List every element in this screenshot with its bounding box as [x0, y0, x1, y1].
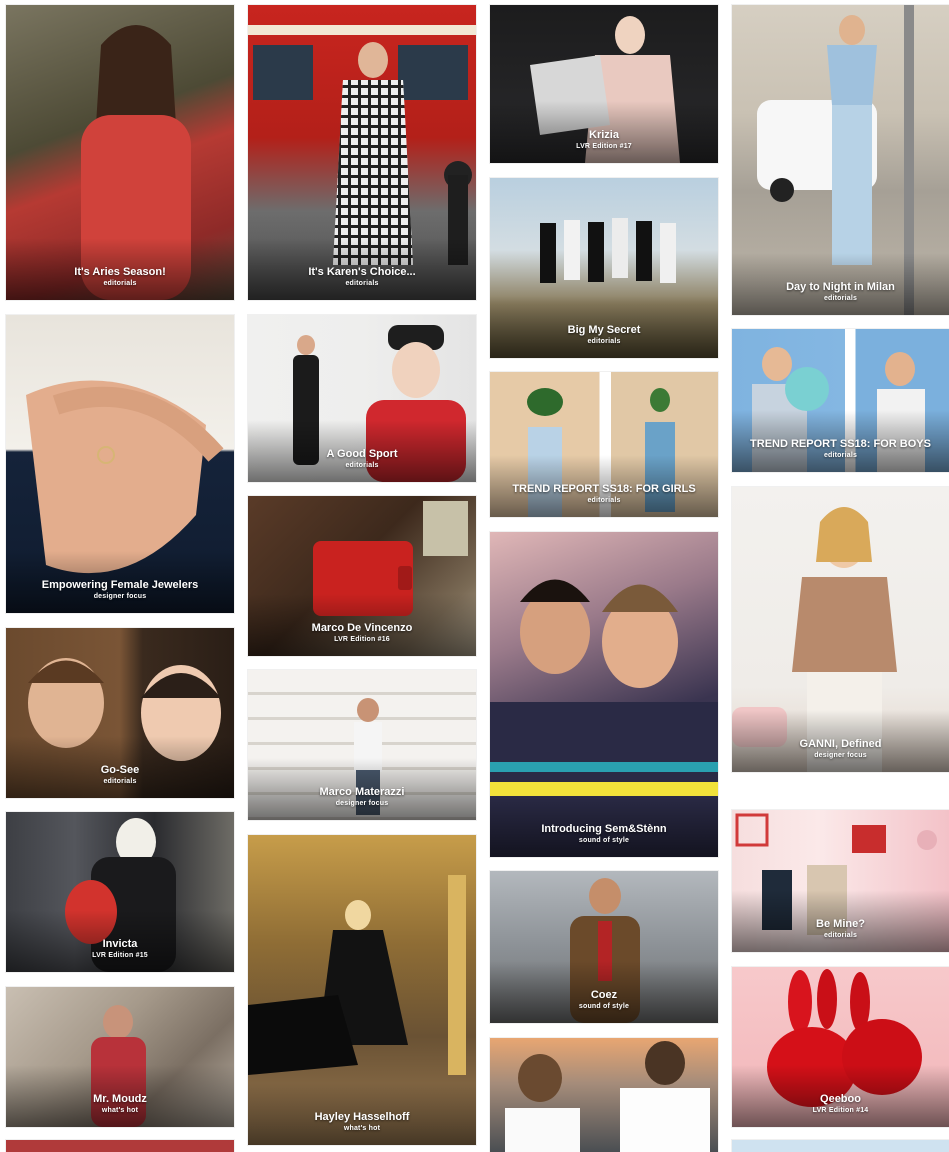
card-title: Krizia	[589, 129, 619, 141]
card-title: Big My Secret	[567, 324, 641, 336]
card-category: editorials	[103, 280, 137, 287]
card-krizia[interactable]: Krizia LVR Edition #17	[490, 5, 718, 163]
card-title: Coez	[590, 989, 618, 1001]
card-its-aries-season[interactable]: It's Aries Season! editorials	[6, 5, 234, 300]
card-caption: GANNI, Defined designer focus	[732, 738, 949, 760]
card-title: Empowering Female Jewelers	[41, 579, 199, 591]
card-category: what's hot	[101, 1107, 139, 1114]
card-caption: A Good Sport editorials	[248, 448, 476, 470]
card-category: editorials	[345, 280, 379, 287]
card-introducing-sem-stenn[interactable]: Introducing Sem&Stènn sound of style	[490, 532, 718, 857]
card-caption: Day to Night in Milan editorials	[732, 281, 949, 303]
card-title: Marco De Vincenzo	[311, 622, 413, 634]
card-category: sound of style	[578, 837, 630, 844]
card-hayley-hasselhoff[interactable]: Hayley Hasselhoff what's hot	[248, 835, 476, 1145]
card-partial-col4[interactable]	[732, 1140, 949, 1152]
card-marco-materazzi[interactable]: Marco Materazzi designer focus	[248, 670, 476, 820]
card-caption: Empowering Female Jewelers designer focu…	[6, 579, 234, 601]
card-category: designer focus	[814, 752, 867, 759]
card-category: editorials	[823, 295, 858, 302]
card-caption: Big My Secret editorials	[490, 324, 718, 346]
card-ganni-defined[interactable]: GANNI, Defined designer focus	[732, 487, 949, 772]
card-caption: Marco Materazzi designer focus	[248, 786, 476, 808]
card-caption: It's Aries Season! editorials	[6, 266, 234, 288]
card-caption: Krizia LVR Edition #17	[490, 129, 718, 151]
card-caption: It's Karen's Choice... editorials	[248, 266, 476, 288]
card-category: LVR Edition #16	[334, 636, 390, 643]
card-qeeboo[interactable]: Qeeboo LVR Edition #14	[732, 967, 949, 1127]
card-category: what's hot	[343, 1125, 381, 1132]
card-image	[490, 1038, 718, 1152]
card-big-my-secret[interactable]: Big My Secret editorials	[490, 178, 718, 358]
card-category: editorials	[345, 462, 379, 469]
card-title: Be Mine?	[816, 918, 865, 930]
card-category: editorials	[103, 778, 137, 785]
card-caption: Introducing Sem&Stènn sound of style	[490, 823, 718, 845]
card-title: Hayley Hasselhoff	[314, 1111, 410, 1123]
card-caption: Mr. Moudz what's hot	[6, 1093, 234, 1115]
card-title: Introducing Sem&Stènn	[541, 823, 667, 835]
card-title: GANNI, Defined	[799, 738, 882, 750]
card-caption: Hayley Hasselhoff what's hot	[248, 1111, 476, 1133]
card-title: Invicta	[102, 938, 138, 950]
card-its-karens-choice[interactable]: It's Karen's Choice... editorials	[248, 5, 476, 300]
card-title: Day to Night in Milan	[786, 281, 895, 293]
card-caption: Qeeboo LVR Edition #14	[732, 1093, 949, 1115]
card-category: editorials	[823, 452, 858, 459]
card-trend-report-girls[interactable]: TREND REPORT SS18: FOR GIRLS editorials	[490, 372, 718, 517]
card-title: TREND REPORT SS18: FOR GIRLS	[512, 483, 696, 495]
card-category: editorials	[587, 338, 621, 345]
card-empowering-female-jewelers[interactable]: Empowering Female Jewelers designer focu…	[6, 315, 234, 613]
card-category: designer focus	[335, 800, 389, 807]
card-caption: Coez sound of style	[490, 989, 718, 1011]
card-category: LVR Edition #14	[812, 1107, 869, 1114]
card-caption: TREND REPORT SS18: FOR GIRLS editorials	[490, 483, 718, 505]
card-caption: Invicta LVR Edition #15	[6, 938, 234, 960]
card-marco-de-vincenzo[interactable]: Marco De Vincenzo LVR Edition #16	[248, 496, 476, 656]
card-category: editorials	[823, 932, 858, 939]
card-go-see[interactable]: Go-See editorials	[6, 628, 234, 798]
card-lvr-tshirts[interactable]	[490, 1038, 718, 1152]
card-category: sound of style	[578, 1003, 630, 1010]
card-caption: Be Mine? editorials	[732, 918, 949, 940]
card-partial-col1[interactable]	[6, 1140, 234, 1152]
card-category: designer focus	[93, 593, 147, 600]
card-mr-moudz[interactable]: Mr. Moudz what's hot	[6, 987, 234, 1127]
card-title: Go-See	[100, 764, 140, 776]
card-title: TREND REPORT SS18: FOR BOYS	[750, 438, 931, 450]
card-category: editorials	[587, 497, 621, 504]
card-caption: TREND REPORT SS18: FOR BOYS editorials	[732, 438, 949, 460]
card-invicta[interactable]: Invicta LVR Edition #15	[6, 812, 234, 972]
card-category: LVR Edition #15	[92, 952, 148, 959]
card-title: Marco Materazzi	[319, 786, 405, 798]
card-category: LVR Edition #17	[576, 143, 632, 150]
editorial-grid: It's Aries Season! editorials Empowering…	[0, 0, 949, 1152]
card-caption: Go-See editorials	[6, 764, 234, 786]
card-title: Mr. Moudz	[93, 1093, 147, 1105]
card-be-mine[interactable]: Be Mine? editorials	[732, 810, 949, 952]
card-title: Qeeboo	[820, 1093, 861, 1105]
card-title: It's Karen's Choice...	[308, 266, 416, 278]
card-title: It's Aries Season!	[74, 266, 166, 278]
card-coez[interactable]: Coez sound of style	[490, 871, 718, 1023]
card-a-good-sport[interactable]: A Good Sport editorials	[248, 315, 476, 482]
tshirts-illustration	[505, 1041, 710, 1152]
card-title: A Good Sport	[326, 448, 398, 460]
card-day-to-night-in-milan[interactable]: Day to Night in Milan editorials	[732, 5, 949, 315]
card-trend-report-boys[interactable]: TREND REPORT SS18: FOR BOYS editorials	[732, 329, 949, 472]
card-caption: Marco De Vincenzo LVR Edition #16	[248, 622, 476, 644]
